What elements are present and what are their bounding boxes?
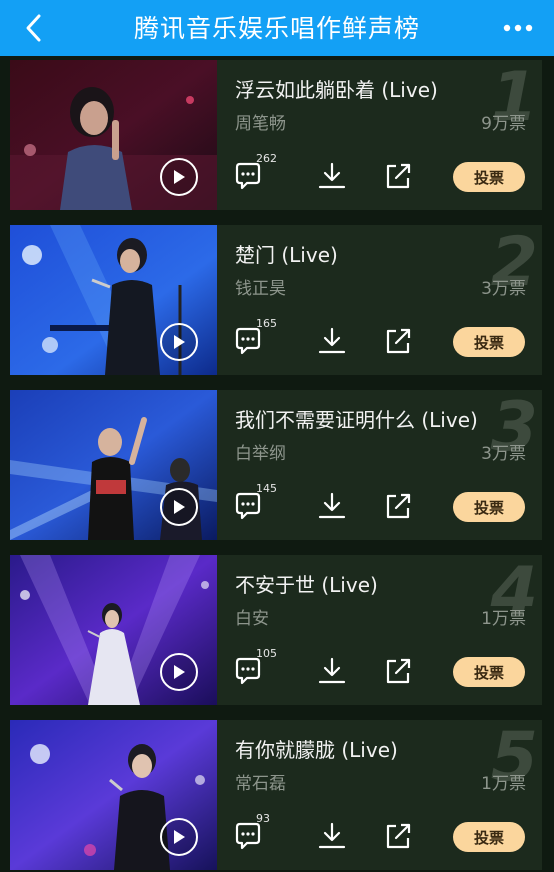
play-button[interactable] [160,323,198,361]
song-title[interactable]: 浮云如此躺卧着 (Live) [235,74,438,103]
share-icon [386,658,411,684]
comment-count: 93 [256,812,270,825]
video-thumbnail[interactable] [10,60,217,210]
list-item[interactable]: 1 浮云如此躺卧着 (Live) 周笔畅 9万票 262 投票 [10,60,542,210]
action-bar: 262 投票 [232,152,542,198]
more-dots-icon [503,24,533,32]
comment-icon [235,492,261,520]
chart-list: 1 浮云如此躺卧着 (Live) 周笔畅 9万票 262 投票 2 楚门 (Li… [0,56,554,872]
video-thumbnail[interactable] [10,720,217,870]
play-button[interactable] [160,488,198,526]
share-button[interactable] [380,488,416,524]
vote-count: 1万票 [481,774,526,794]
comment-button[interactable]: 105 [232,647,277,689]
vote-button[interactable]: 投票 [453,492,525,522]
comment-icon [235,822,261,850]
list-item[interactable]: 5 有你就朦胧 (Live) 常石磊 1万票 93 投票 [10,720,542,870]
download-button[interactable] [314,653,350,689]
comment-icon [235,327,261,355]
more-button[interactable] [496,8,540,48]
comment-button[interactable]: 262 [232,152,277,194]
song-title[interactable]: 有你就朦胧 (Live) [235,734,398,763]
play-icon [174,335,185,349]
download-button[interactable] [314,323,350,359]
vote-button[interactable]: 投票 [453,162,525,192]
comment-button[interactable]: 93 [232,812,270,854]
download-button[interactable] [314,488,350,524]
download-button[interactable] [314,818,350,854]
play-button[interactable] [160,158,198,196]
download-icon [318,327,346,354]
download-button[interactable] [314,158,350,194]
video-thumbnail[interactable] [10,390,217,540]
share-icon [386,493,411,519]
action-bar: 93 投票 [232,812,542,858]
vote-count: 1万票 [481,609,526,629]
vote-button[interactable]: 投票 [453,657,525,687]
comment-button[interactable]: 145 [232,482,277,524]
comment-icon [235,162,261,190]
comment-count: 165 [256,317,277,330]
artist-name[interactable]: 周笔畅 [235,109,286,134]
share-button[interactable] [380,653,416,689]
comment-count: 145 [256,482,277,495]
download-icon [318,162,346,189]
vote-button[interactable]: 投票 [453,327,525,357]
vote-count: 9万票 [481,114,526,134]
list-item[interactable]: 2 楚门 (Live) 钱正昊 3万票 165 投票 [10,225,542,375]
comment-count: 105 [256,647,277,660]
share-button[interactable] [380,158,416,194]
comment-count: 262 [256,152,277,165]
page-title: 腾讯音乐娱乐唱作鲜声榜 [133,14,420,43]
play-icon [174,170,185,184]
action-bar: 145 投票 [232,482,542,528]
share-icon [386,823,411,849]
video-thumbnail[interactable] [10,555,217,705]
video-thumbnail[interactable] [10,225,217,375]
comment-icon [235,657,261,685]
artist-name[interactable]: 常石磊 [235,769,286,794]
song-title[interactable]: 我们不需要证明什么 (Live) [235,404,478,433]
artist-name[interactable]: 白安 [235,604,269,629]
play-icon [174,830,185,844]
song-title[interactable]: 不安于世 (Live) [235,569,378,598]
share-button[interactable] [380,818,416,854]
chevron-left-icon [26,14,41,42]
vote-button[interactable]: 投票 [453,822,525,852]
download-icon [318,492,346,519]
action-bar: 105 投票 [232,647,542,693]
vote-count: 3万票 [481,279,526,299]
play-button[interactable] [160,818,198,856]
action-bar: 165 投票 [232,317,542,363]
vote-count: 3万票 [481,444,526,464]
artist-name[interactable]: 钱正昊 [235,274,286,299]
artist-name[interactable]: 白举纲 [235,439,286,464]
back-button[interactable] [14,8,54,48]
download-icon [318,822,346,849]
play-icon [174,500,185,514]
share-icon [386,163,411,189]
top-bar: 腾讯音乐娱乐唱作鲜声榜 [0,0,554,56]
share-button[interactable] [380,323,416,359]
play-icon [174,665,185,679]
download-icon [318,657,346,684]
list-item[interactable]: 3 我们不需要证明什么 (Live) 白举纲 3万票 145 投票 [10,390,542,540]
share-icon [386,328,411,354]
list-item[interactable]: 4 不安于世 (Live) 白安 1万票 105 投票 [10,555,542,705]
song-title[interactable]: 楚门 (Live) [235,239,338,268]
comment-button[interactable]: 165 [232,317,277,359]
play-button[interactable] [160,653,198,691]
